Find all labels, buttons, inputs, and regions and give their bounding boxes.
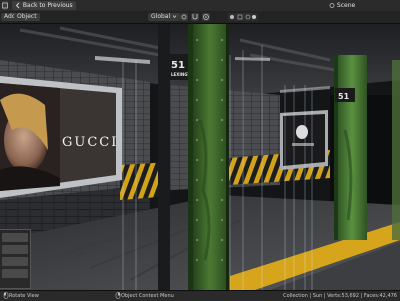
pivot-button[interactable] (180, 13, 188, 21)
back-arrow-icon (15, 2, 20, 9)
sign-number: 51 (171, 60, 185, 71)
overlay-toggles[interactable] (228, 13, 258, 21)
apple-poster (280, 110, 328, 170)
panel-row-3[interactable] (2, 257, 28, 266)
scene-icon (329, 3, 335, 8)
orientation-label: Global (151, 13, 171, 20)
proportional-edit-button[interactable] (202, 13, 210, 21)
back-to-previous-label: Back to Previous (22, 2, 73, 9)
gucci-poster: GUCCI (0, 76, 122, 198)
scene-selector[interactable]: Scene (326, 1, 359, 10)
editor-type-button[interactable] (2, 1, 8, 10)
operator-panel[interactable] (0, 229, 31, 289)
green-column-right: 51 (334, 55, 367, 240)
poster-brand-text: GUCCI (62, 135, 118, 150)
snap-button[interactable] (191, 13, 199, 21)
overlay-icons (230, 14, 256, 20)
right-sign-number: 51 (338, 92, 350, 101)
pivot-icon (181, 14, 187, 20)
back-to-previous-button[interactable]: Back to Previous (12, 1, 76, 10)
chevron-down-icon (172, 15, 177, 19)
editor-icon (2, 2, 8, 9)
scene-label: Scene (336, 2, 356, 9)
object-menu-label: Object (17, 13, 37, 20)
transform-orientation-dropdown[interactable]: Global (148, 13, 181, 21)
green-column-main (188, 24, 229, 290)
status-bar: Rotate View Object Context Menu Collecti… (0, 290, 400, 301)
3d-viewport[interactable]: GUCCI 51 LEXINGTON 51 (0, 24, 400, 290)
panel-row-1[interactable] (2, 233, 28, 242)
panel-row-2[interactable] (2, 245, 28, 254)
subway-render: GUCCI 51 LEXINGTON 51 (0, 24, 400, 290)
object-menu[interactable]: Object (14, 13, 40, 21)
magnet-icon (192, 14, 198, 20)
panel-row-4[interactable] (2, 269, 28, 278)
viewport-header: Add Object Global (0, 11, 400, 24)
proportional-icon (203, 14, 209, 20)
